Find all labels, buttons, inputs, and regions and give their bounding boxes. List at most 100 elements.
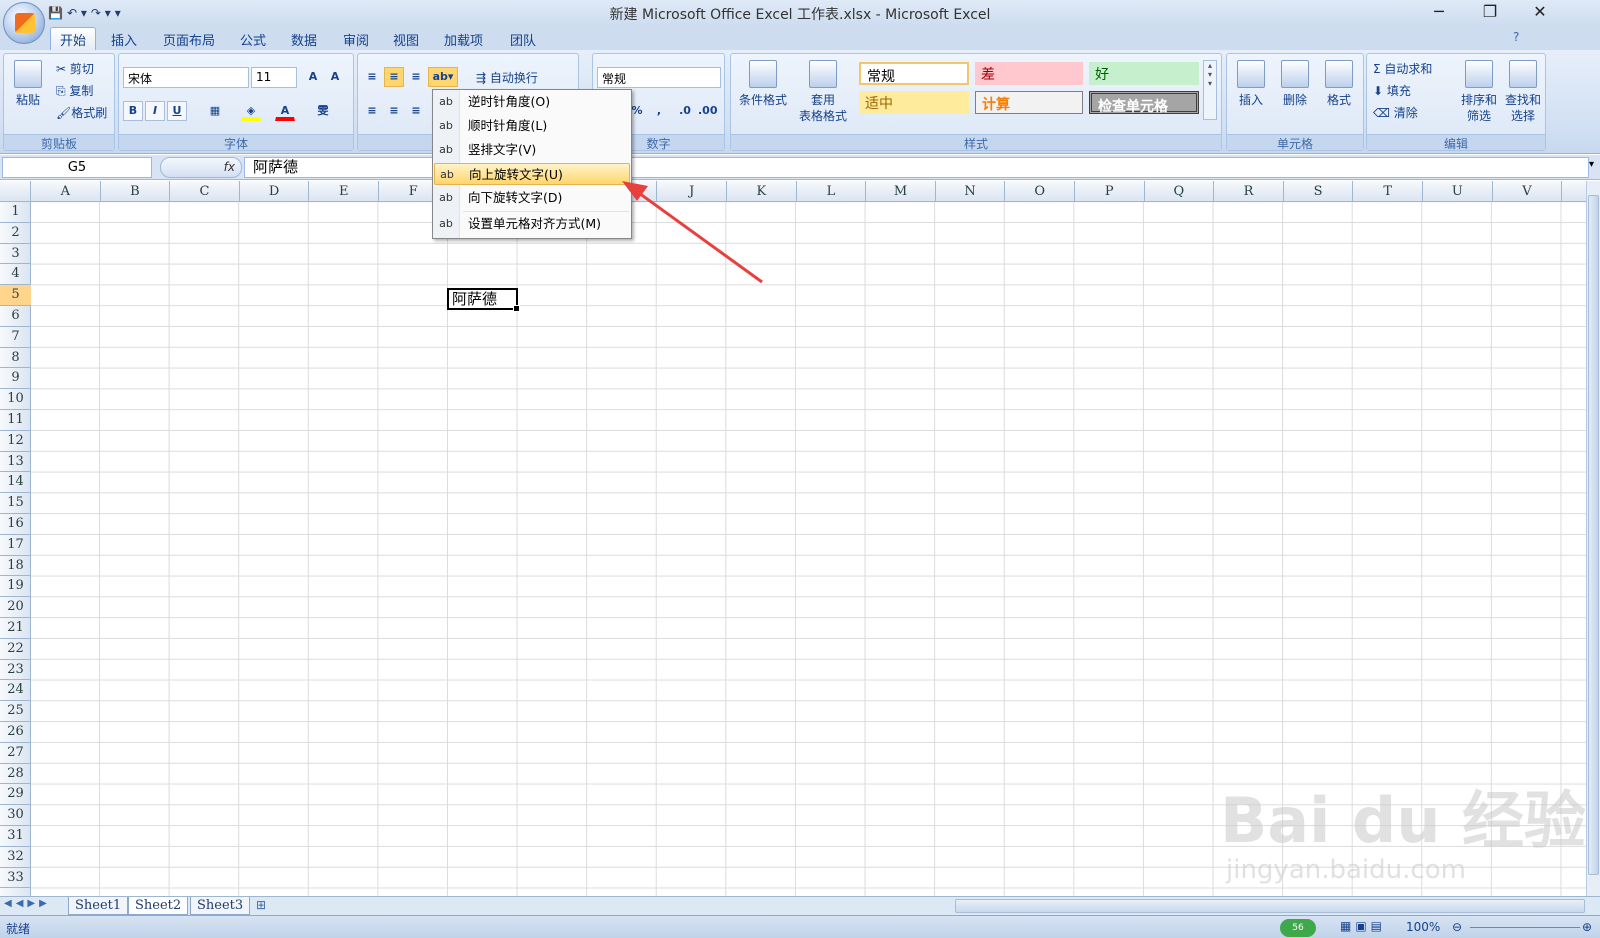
select-all-corner[interactable] bbox=[0, 181, 31, 202]
delete-cells-button[interactable]: 删除 bbox=[1275, 60, 1315, 108]
tab-addins[interactable]: 加载项 bbox=[444, 30, 483, 49]
row-header-33[interactable]: 33 bbox=[0, 868, 31, 889]
align-top-icon[interactable]: ≡ bbox=[362, 67, 382, 87]
zoom-out-icon[interactable]: ⊖ bbox=[1452, 920, 1462, 934]
row-header-7[interactable]: 7 bbox=[0, 327, 31, 348]
column-header-a[interactable]: A bbox=[31, 181, 101, 202]
undo-icon[interactable]: ↶ ▾ bbox=[67, 6, 87, 20]
column-header-e[interactable]: E bbox=[309, 181, 379, 202]
column-header-r[interactable]: R bbox=[1214, 181, 1284, 202]
underline-button[interactable]: U bbox=[167, 101, 187, 121]
insert-function-button[interactable]: fx bbox=[160, 157, 242, 178]
column-header-d[interactable]: D bbox=[240, 181, 310, 202]
active-cell-g5[interactable]: 阿萨德 bbox=[447, 288, 520, 312]
view-buttons-icon[interactable]: ▦▣▤ bbox=[1340, 919, 1386, 933]
row-header-8[interactable]: 8 bbox=[0, 348, 31, 369]
increase-decimal-icon[interactable]: .0 bbox=[675, 101, 695, 121]
row-header-12[interactable]: 12 bbox=[0, 431, 31, 452]
row-header-20[interactable]: 20 bbox=[0, 597, 31, 618]
row-header-26[interactable]: 26 bbox=[0, 722, 31, 743]
column-header-q[interactable]: Q bbox=[1145, 181, 1215, 202]
close-button[interactable]: ✕ bbox=[1525, 2, 1555, 21]
save-icon[interactable]: 💾 bbox=[48, 6, 63, 20]
column-header-n[interactable]: N bbox=[936, 181, 1006, 202]
column-header-o[interactable]: O bbox=[1005, 181, 1075, 202]
row-header-3[interactable]: 3 bbox=[0, 244, 31, 265]
row-header-28[interactable]: 28 bbox=[0, 764, 31, 785]
minimize-button[interactable]: ─ bbox=[1424, 2, 1454, 21]
style-check[interactable]: 检查单元格 bbox=[1089, 91, 1199, 115]
office-button[interactable] bbox=[3, 2, 45, 44]
row-header-18[interactable]: 18 bbox=[0, 556, 31, 577]
style-normal[interactable]: 常规 bbox=[859, 62, 969, 85]
format-as-table-button[interactable]: 套用 表格格式 bbox=[791, 60, 855, 124]
row-header-16[interactable]: 16 bbox=[0, 514, 31, 535]
style-calc[interactable]: 计算 bbox=[975, 91, 1083, 114]
row-header-24[interactable]: 24 bbox=[0, 680, 31, 702]
new-sheet-icon[interactable]: ⊞ bbox=[256, 898, 266, 912]
tab-insert[interactable]: 插入 bbox=[111, 30, 137, 49]
number-format-combo[interactable]: 常规 bbox=[597, 67, 721, 88]
name-box[interactable]: G5 bbox=[2, 157, 152, 178]
vscroll-thumb[interactable] bbox=[1588, 195, 1599, 875]
sheet-tab-1[interactable]: Sheet1 bbox=[68, 897, 129, 915]
restore-button[interactable]: ❐ bbox=[1475, 2, 1505, 21]
column-header-j[interactable]: J bbox=[657, 181, 727, 202]
menu-item-cw[interactable]: ab 顺时针角度(L) bbox=[434, 115, 630, 137]
zoom-in-icon[interactable]: ⊕ bbox=[1582, 920, 1592, 934]
vertical-scrollbar[interactable] bbox=[1586, 181, 1600, 896]
sheet-tab-3[interactable]: Sheet3 bbox=[190, 897, 251, 915]
sheet-tab-2[interactable]: Sheet2 bbox=[128, 897, 189, 915]
column-header-k[interactable]: K bbox=[727, 181, 797, 202]
row-header-1[interactable]: 1 bbox=[0, 202, 31, 223]
column-header-u[interactable]: U bbox=[1423, 181, 1493, 202]
format-painter-button[interactable]: 🖌格式刷 bbox=[56, 104, 107, 121]
align-bottom-icon[interactable]: ≡ bbox=[406, 67, 426, 87]
format-cells-button[interactable]: 格式 bbox=[1319, 60, 1359, 108]
comma-button[interactable]: , bbox=[649, 101, 669, 121]
zoom-level[interactable]: 100% bbox=[1406, 920, 1440, 934]
sort-filter-button[interactable]: 排序和 筛选 bbox=[1457, 60, 1501, 124]
align-left-icon[interactable]: ≡ bbox=[362, 101, 382, 121]
fill-color-icon[interactable]: ◈ bbox=[241, 101, 261, 121]
row-header-25[interactable]: 25 bbox=[0, 701, 31, 722]
column-header-p[interactable]: P bbox=[1075, 181, 1145, 202]
styles-scroll-icon[interactable]: ▴ ▾ ▾ bbox=[1203, 60, 1217, 120]
column-header-b[interactable]: B bbox=[101, 181, 171, 202]
tab-page-layout[interactable]: 页面布局 bbox=[163, 30, 215, 49]
row-header-10[interactable]: 10 bbox=[0, 389, 31, 410]
row-header-6[interactable]: 6 bbox=[0, 306, 31, 327]
column-header-l[interactable]: L bbox=[797, 181, 867, 202]
row-header-4[interactable]: 4 bbox=[0, 264, 31, 286]
menu-item-format-alignment[interactable]: ab 设置单元格对齐方式(M) bbox=[434, 213, 630, 235]
italic-button[interactable]: I bbox=[145, 101, 165, 121]
border-icon[interactable]: ▦ bbox=[205, 101, 225, 121]
column-header-s[interactable]: S bbox=[1284, 181, 1354, 202]
row-header-29[interactable]: 29 bbox=[0, 784, 31, 806]
align-middle-icon[interactable]: ≡ bbox=[384, 67, 404, 87]
tab-data[interactable]: 数据 bbox=[291, 30, 317, 49]
sheet-nav-icon[interactable]: ◀◀▶▶ bbox=[4, 898, 51, 909]
row-header-19[interactable]: 19 bbox=[0, 576, 31, 598]
menu-item-vertical[interactable]: ab 竖排文字(V) bbox=[434, 139, 630, 161]
row-header-17[interactable]: 17 bbox=[0, 535, 31, 556]
paste-button[interactable]: 粘贴 bbox=[10, 60, 46, 108]
font-name-combo[interactable]: 宋体 bbox=[123, 67, 249, 88]
row-header-23[interactable]: 23 bbox=[0, 660, 31, 681]
row-header-15[interactable]: 15 bbox=[0, 493, 31, 514]
row-header-9[interactable]: 9 bbox=[0, 368, 31, 390]
help-icon[interactable]: ? bbox=[1513, 30, 1519, 44]
align-right-icon[interactable]: ≡ bbox=[406, 101, 426, 121]
row-header-22[interactable]: 22 bbox=[0, 639, 31, 660]
style-good[interactable]: 好 bbox=[1089, 62, 1199, 85]
font-color-icon[interactable]: A bbox=[275, 101, 295, 121]
row-header-2[interactable]: 2 bbox=[0, 223, 31, 244]
autosum-button[interactable]: Σ 自动求和 bbox=[1373, 60, 1432, 77]
bold-button[interactable]: B bbox=[123, 101, 143, 121]
tab-team[interactable]: 团队 bbox=[510, 30, 536, 49]
orientation-button[interactable]: ab▾ bbox=[428, 67, 458, 87]
row-header-5[interactable]: 5 bbox=[0, 285, 31, 306]
tab-view[interactable]: 视图 bbox=[393, 30, 419, 49]
clear-button[interactable]: ⌫ 清除 bbox=[1373, 104, 1418, 121]
insert-cells-button[interactable]: 插入 bbox=[1231, 60, 1271, 108]
